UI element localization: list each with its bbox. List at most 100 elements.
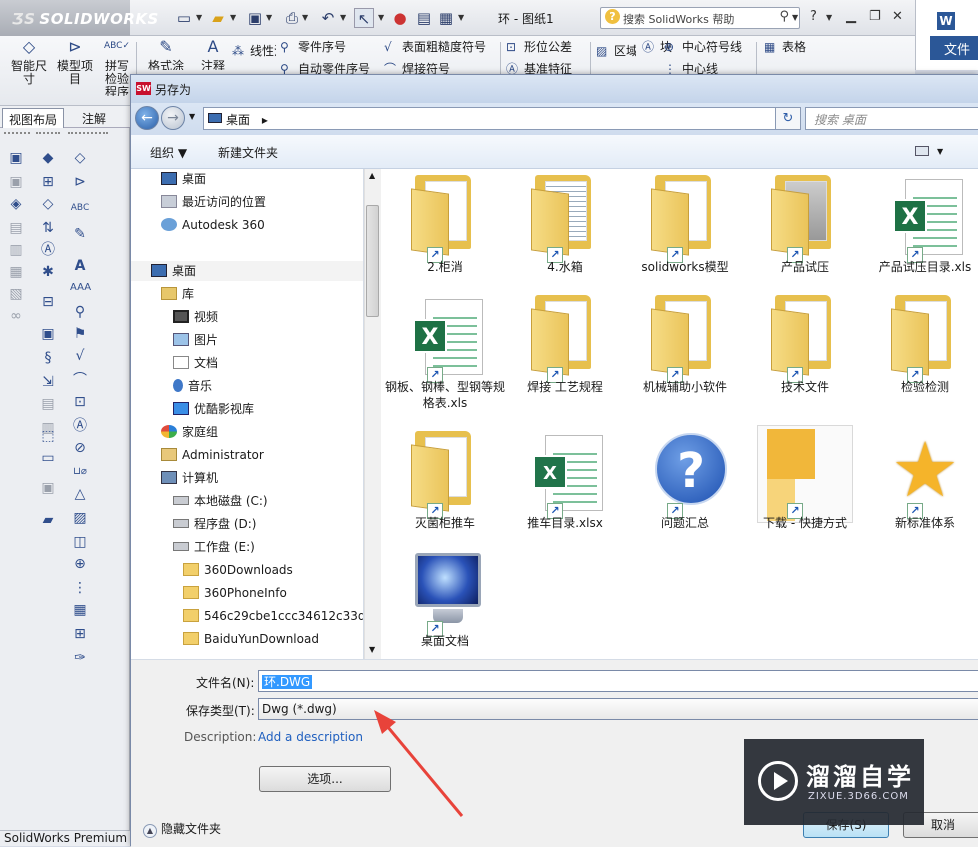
print-icon[interactable]: ⎙ — [282, 8, 302, 28]
smart-dimension-button[interactable]: ◇ 智能尺寸 — [6, 39, 52, 86]
chevron-down-icon[interactable]: ▼ — [937, 147, 943, 156]
file-item-excel[interactable]: X ↗ 推车目录.xlsx — [505, 425, 625, 547]
tree-item-libraries[interactable]: 库 — [161, 284, 194, 304]
file-item-excel[interactable]: X ↗ 产品试压目录.xls — [865, 169, 978, 291]
linear-pattern-button[interactable]: ⁂ 线性注释阵列 — [232, 42, 276, 58]
new-folder-button[interactable]: 新建文件夹 — [218, 144, 278, 161]
tree-item-documents[interactable]: 文档 — [173, 353, 218, 373]
sheet-icon[interactable]: ▭ — [38, 448, 58, 468]
hide-folders-button[interactable]: ▲ 隐藏文件夹 — [143, 820, 221, 838]
file-item-folder[interactable]: ↗ 2.柜消 — [385, 169, 505, 291]
options-icon[interactable]: ▦ — [436, 8, 456, 28]
note-button[interactable]: A 注释 — [196, 40, 230, 70]
rotate-view-icon[interactable]: ⇅ — [38, 218, 58, 238]
area-hatch-button[interactable]: ▨ 区域剖面线/填充 — [596, 42, 636, 58]
balloon-button[interactable]: ⚲ 零件序号 — [280, 38, 346, 55]
surface-finish-button[interactable]: √ 表面粗糙度符号 — [384, 38, 486, 55]
format-painter-icon[interactable]: ✎ — [70, 224, 90, 244]
gtol-icon[interactable]: ⊡ — [70, 392, 90, 412]
minimize-icon[interactable]: ▁ — [846, 9, 856, 24]
table-button[interactable]: ▦ 表格 — [764, 38, 806, 55]
center-mark-icon[interactable]: ⊕ — [70, 554, 90, 574]
tree-item-youku[interactable]: 优酷影视库 — [173, 399, 254, 419]
organize-button[interactable]: 组织 ▼ — [150, 144, 187, 161]
file-item-folder[interactable]: ↗ 产品试压 — [745, 169, 865, 291]
file-item-excel[interactable]: X ↗ 钢板、钢棒、型钢等规格表.xls — [385, 289, 505, 411]
revision-symbol-icon[interactable]: △ — [70, 484, 90, 504]
save-icon[interactable]: ▣ — [245, 8, 265, 28]
file-item-folder[interactable]: ↗ 检验检测 — [865, 289, 978, 411]
model-view-icon[interactable]: ◆ — [38, 148, 58, 168]
gtol-button[interactable]: ⊡ 形位公差 — [506, 38, 572, 55]
arrow-view-icon[interactable]: ⇲ — [38, 372, 58, 392]
note-icon[interactable]: A — [70, 256, 90, 276]
file-item-star[interactable]: ★ ↗ 新标准体系 — [865, 425, 978, 547]
tree-item-drive-d[interactable]: 程序盘 (D:) — [173, 514, 256, 534]
table-icon[interactable]: ▦ — [70, 600, 90, 620]
tree-item-administrator[interactable]: Administrator — [161, 445, 264, 465]
file-item-help[interactable]: ? ↗ 问题汇总 — [625, 425, 745, 547]
tree-item-videos[interactable]: 视频 — [173, 307, 218, 327]
bom-icon[interactable]: ⊞ — [70, 624, 90, 644]
tree-item-desktop[interactable]: 桌面 — [131, 261, 363, 281]
add-description-link[interactable]: Add a description — [258, 730, 363, 744]
close-icon[interactable]: ✕ — [892, 9, 903, 24]
datum-target-icon[interactable]: ⊘ — [70, 438, 90, 458]
tree-item-pictures[interactable]: 图片 — [173, 330, 218, 350]
tree-item-computer[interactable]: 计算机 — [161, 468, 218, 488]
tree-item-folder[interactable]: 360Downloads — [183, 560, 293, 580]
tree-item-autodesk360[interactable]: Autodesk 360 — [161, 215, 265, 235]
address-bar[interactable]: 桌面 ▸ ▼ — [203, 107, 799, 130]
chevron-down-icon[interactable]: ▼ — [826, 8, 832, 28]
tree-item-music[interactable]: 音乐 — [173, 376, 212, 396]
file-item-folder[interactable]: ↗ solidworks模型 — [625, 169, 745, 291]
chevron-down-icon[interactable]: ▼ — [340, 8, 346, 28]
filename-input[interactable]: 环.DWG — [258, 670, 978, 692]
annotation-a-icon[interactable]: Ⓐ — [38, 240, 58, 260]
center-mark-button[interactable]: ⊕ 中心符号线 — [664, 38, 742, 55]
spell-check-button[interactable]: ABC✓ 拼写检验程序 — [102, 40, 132, 96]
tree-item-desktop-favorite[interactable]: 桌面 — [161, 169, 206, 189]
open-folder-icon[interactable]: ▰ — [208, 8, 228, 28]
scroll-down-icon[interactable]: ▼ — [369, 645, 375, 654]
centerline-icon[interactable]: ⋮ — [70, 578, 90, 598]
rect-select-icon[interactable]: ⬚ — [38, 426, 58, 446]
file-item-folder[interactable]: ↗ 焊接 工艺规程 — [505, 289, 625, 411]
breadcrumb-chevron-icon[interactable]: ▸ — [262, 113, 268, 127]
tree-item-drive-c[interactable]: 本地磁盘 (C:) — [173, 491, 268, 511]
restore-icon[interactable]: ❐ — [869, 9, 881, 24]
weld-symbol-icon[interactable]: ⌒ — [70, 370, 90, 390]
model-items-icon[interactable]: ⊳ — [70, 172, 90, 192]
file-item-shortcut[interactable]: ↗ 下载 - 快捷方式 — [745, 425, 865, 547]
smart-dimension-icon[interactable]: ◇ — [70, 148, 90, 168]
format-painter-button[interactable]: ✎ 格式涂刷器 — [148, 40, 184, 70]
tab-annotation[interactable]: 注解 — [76, 108, 112, 128]
help-search-input[interactable]: ? 搜索 SolidWorks 帮助 ⚲ — [600, 7, 800, 29]
area-hatch-icon[interactable]: ▨ — [70, 508, 90, 528]
view-palette-icon[interactable]: ▣ — [38, 324, 58, 344]
tree-item-folder[interactable]: BaiduYunDownload — [183, 629, 319, 649]
star-annotation-icon[interactable]: ✱ — [38, 262, 58, 282]
block-icon[interactable]: ◫ — [70, 532, 90, 552]
pin-icon[interactable]: ✑ — [70, 648, 90, 668]
file-item-folder[interactable]: ↗ 4.水箱 — [505, 169, 625, 291]
chevron-down-icon[interactable]: ▼ — [196, 8, 202, 28]
chevron-down-icon[interactable]: ▼ — [792, 8, 798, 28]
tree-item-drive-e[interactable]: 工作盘 (E:) — [173, 537, 255, 557]
search-icon[interactable]: ⚲ — [779, 9, 789, 24]
rebuild-traffic-light-icon[interactable]: ● — [390, 8, 410, 28]
new-document-icon[interactable]: ▭ — [174, 8, 194, 28]
tree-item-folder[interactable]: 360PhoneInfo — [183, 583, 287, 603]
tree-item-recent[interactable]: 最近访问的位置 — [161, 192, 266, 212]
file-item-folder[interactable]: ↗ 技术文件 — [745, 289, 865, 411]
file-properties-icon[interactable]: ▤ — [414, 8, 434, 28]
chevron-down-icon[interactable]: ▼ — [458, 8, 464, 28]
back-arrow-icon[interactable]: ← — [135, 106, 159, 130]
chevron-down-icon[interactable]: ▼ — [378, 8, 384, 28]
word-file-tab[interactable]: 文件 — [930, 36, 978, 60]
change-view-icon[interactable] — [915, 146, 929, 156]
tree-item-folder[interactable]: 546c29cbe1ccc34612c33d7 — [183, 606, 363, 626]
model-items-button[interactable]: ⊳ 模型项目 — [54, 39, 96, 86]
standard-view-icon[interactable]: ▣ — [6, 148, 26, 168]
hole-callout-icon[interactable]: ⊔⌀ — [70, 462, 90, 482]
